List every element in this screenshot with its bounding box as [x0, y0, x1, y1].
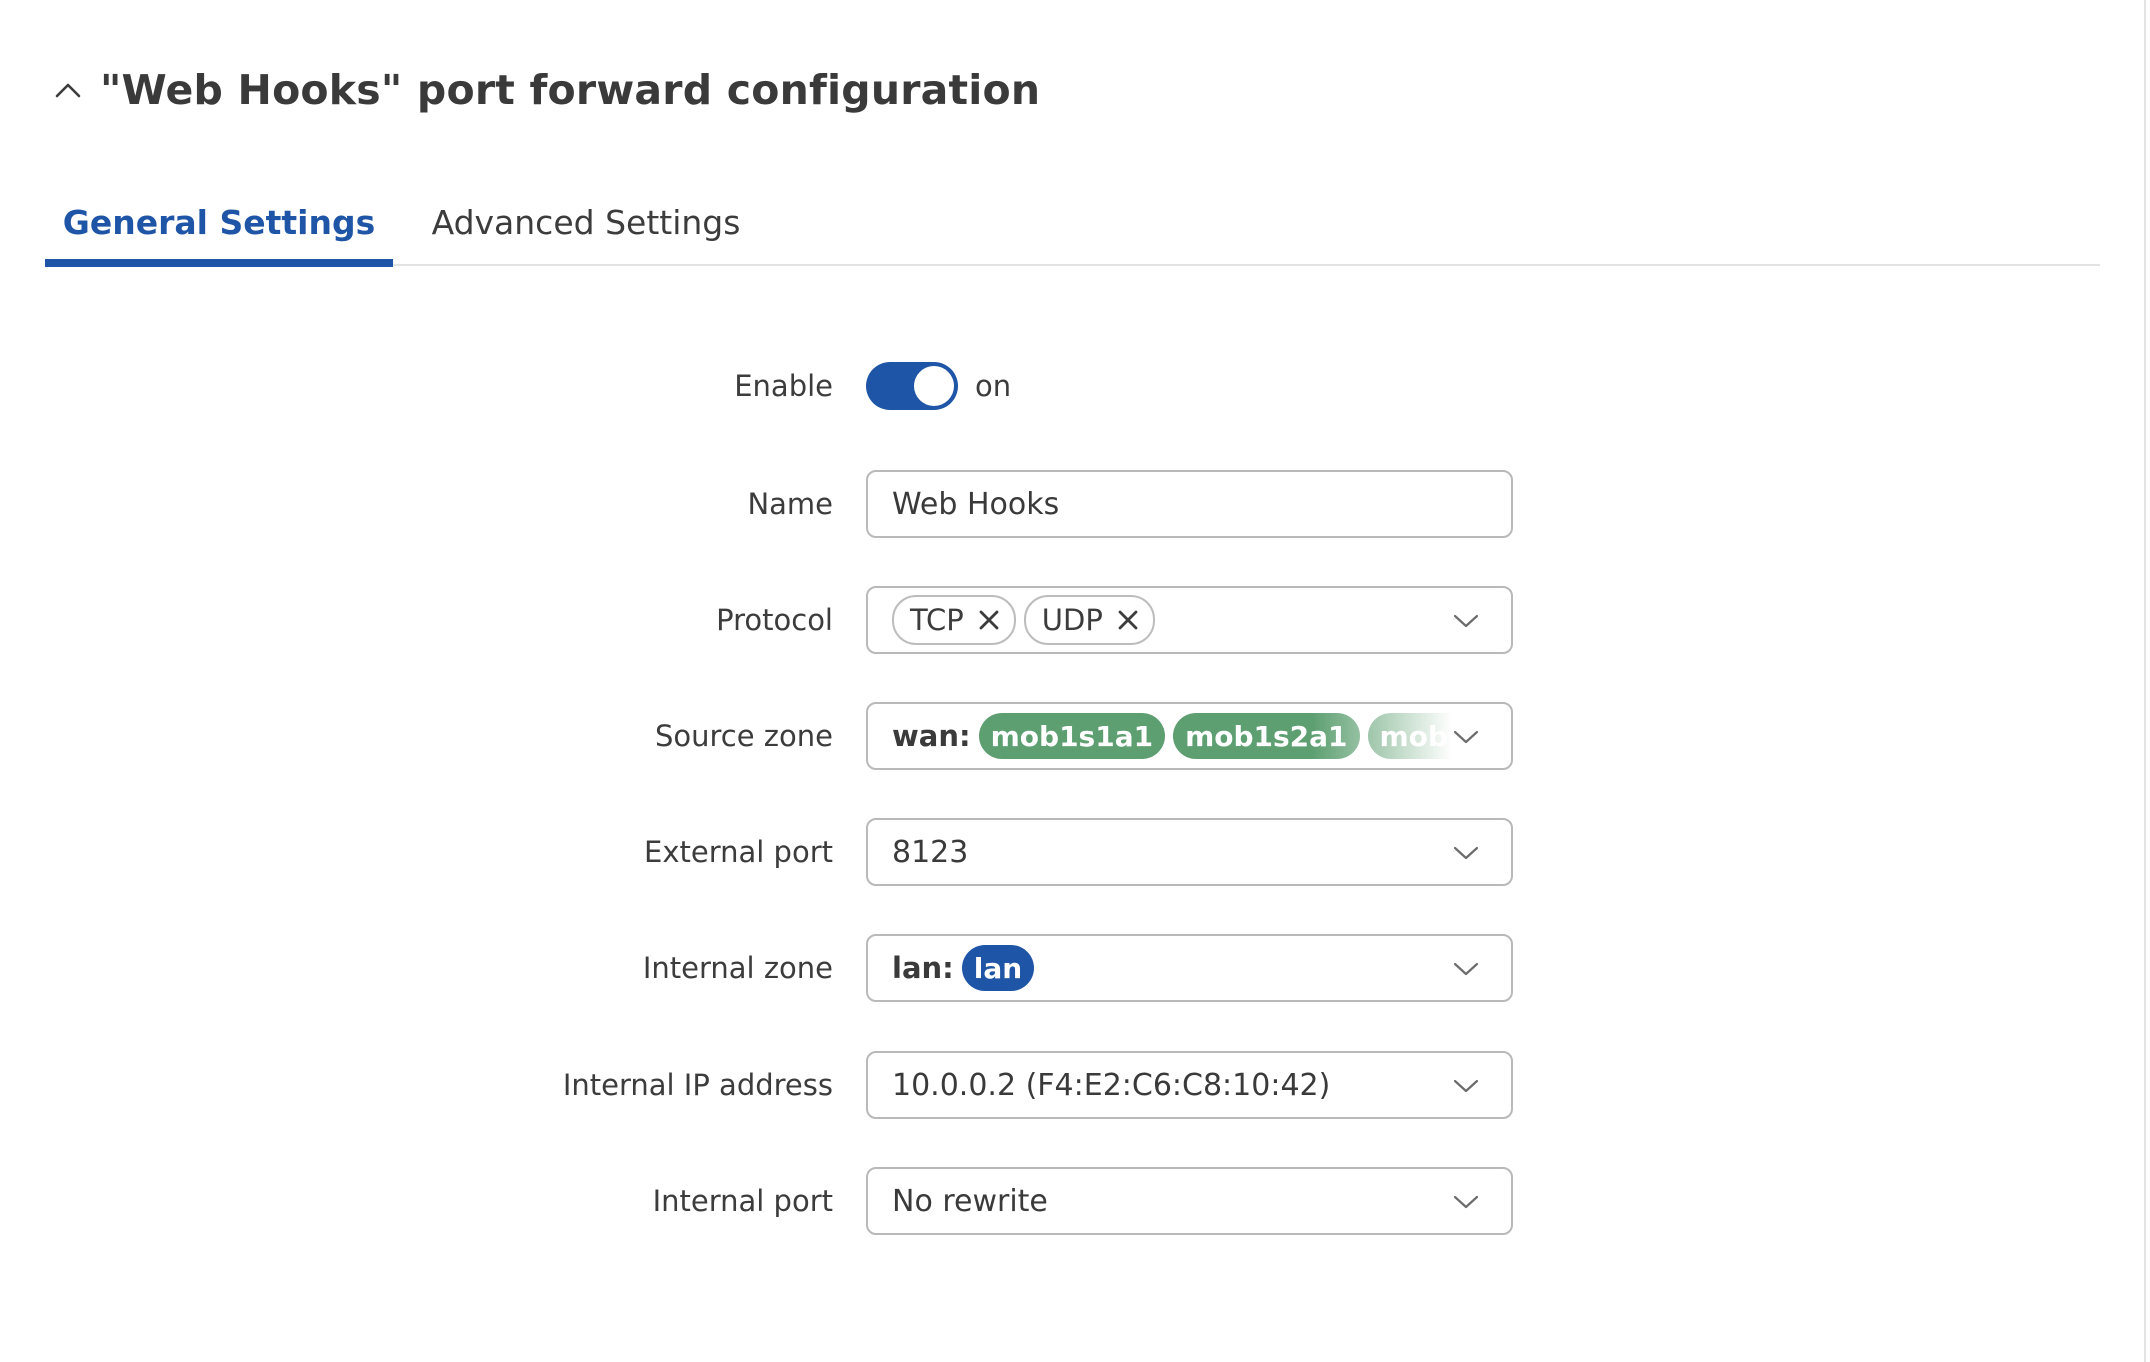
protocol-chip-udp: UDP: [1023, 595, 1155, 645]
form-row-internal-zone: Internal zone lan: lan: [0, 934, 2150, 1002]
zone-prefix: lan:: [892, 951, 954, 985]
source-zone-select[interactable]: wan: mob1s1a1 mob1s2a1 mob1s3a1: [866, 702, 1513, 770]
protocol-label: Protocol: [716, 603, 833, 637]
chevron-down-icon[interactable]: [1451, 838, 1481, 868]
chevron-down-icon[interactable]: [1451, 722, 1481, 752]
form-row-external-port: External port 8123: [0, 818, 2150, 886]
zone-badge: lan: [961, 945, 1035, 991]
internal-ip-value: 10.0.0.2 (F4:E2:C6:C8:10:42): [892, 1067, 1331, 1103]
close-icon[interactable]: [1117, 609, 1139, 631]
chevron-down-icon[interactable]: [1451, 1071, 1481, 1101]
close-icon[interactable]: [978, 609, 1000, 631]
internal-zone-select[interactable]: lan: lan: [866, 934, 1513, 1002]
enable-toggle[interactable]: [866, 362, 958, 410]
protocol-chip-list: TCP UDP: [892, 595, 1163, 645]
internal-ip-select[interactable]: 10.0.0.2 (F4:E2:C6:C8:10:42): [866, 1051, 1513, 1119]
tab-general-settings[interactable]: General Settings: [45, 180, 393, 267]
name-input[interactable]: Web Hooks: [866, 470, 1513, 538]
chevron-up-icon: [55, 83, 81, 98]
internal-ip-label: Internal IP address: [562, 1068, 833, 1102]
internal-zone-badge-list: lan: lan: [892, 945, 1042, 991]
page-border-right: [2144, 0, 2146, 1362]
internal-port-value: No rewrite: [892, 1183, 1048, 1219]
external-port-label: External port: [644, 835, 833, 869]
form-row-protocol: Protocol TCP UDP: [0, 586, 2150, 654]
internal-port-select[interactable]: No rewrite: [866, 1167, 1513, 1235]
tab-label: General Settings: [62, 202, 376, 242]
internal-port-label: Internal port: [652, 1184, 833, 1218]
collapse-button[interactable]: [48, 70, 88, 110]
chevron-down-icon[interactable]: [1451, 1187, 1481, 1217]
chevron-down-icon[interactable]: [1451, 606, 1481, 636]
form-row-name: Name Web Hooks: [0, 470, 2150, 538]
zone-badge: mob1s1a1: [978, 713, 1166, 759]
page-title: "Web Hooks" port forward configuration: [100, 66, 1041, 114]
tab-label: Advanced Settings: [431, 202, 741, 242]
section-header: "Web Hooks" port forward configuration: [48, 58, 1040, 122]
active-tab-indicator: [45, 259, 393, 267]
internal-zone-label: Internal zone: [642, 951, 833, 985]
external-port-value: 8123: [892, 834, 969, 870]
chevron-down-icon[interactable]: [1451, 954, 1481, 984]
tab-advanced-settings[interactable]: Advanced Settings: [432, 180, 741, 264]
source-zone-badge-list: wan: mob1s1a1 mob1s2a1 mob1s3a1: [892, 713, 1472, 759]
protocol-chip-tcp: TCP: [892, 595, 1016, 645]
chip-label: TCP: [910, 603, 964, 637]
enable-toggle-group: on: [866, 352, 1011, 420]
form-row-internal-ip: Internal IP address 10.0.0.2 (F4:E2:C6:C…: [0, 1051, 2150, 1119]
external-port-select[interactable]: 8123: [866, 818, 1513, 886]
form-row-source-zone: Source zone wan: mob1s1a1 mob1s2a1 mob1s…: [0, 702, 2150, 770]
source-zone-label: Source zone: [654, 719, 833, 753]
zone-badge: mob1s2a1: [1173, 713, 1360, 759]
form-row-enable: Enable on: [0, 352, 2150, 420]
chip-label: UDP: [1041, 603, 1103, 637]
enable-label: Enable: [734, 369, 833, 403]
name-label: Name: [747, 487, 833, 521]
zone-prefix: wan:: [892, 719, 971, 753]
toggle-knob: [914, 366, 954, 406]
form-row-internal-port: Internal port No rewrite: [0, 1167, 2150, 1235]
protocol-select[interactable]: TCP UDP: [866, 586, 1513, 654]
enable-state-text: on: [975, 369, 1012, 403]
name-input-value: Web Hooks: [892, 486, 1060, 522]
tab-bar: General Settings Advanced Settings: [45, 180, 2100, 267]
